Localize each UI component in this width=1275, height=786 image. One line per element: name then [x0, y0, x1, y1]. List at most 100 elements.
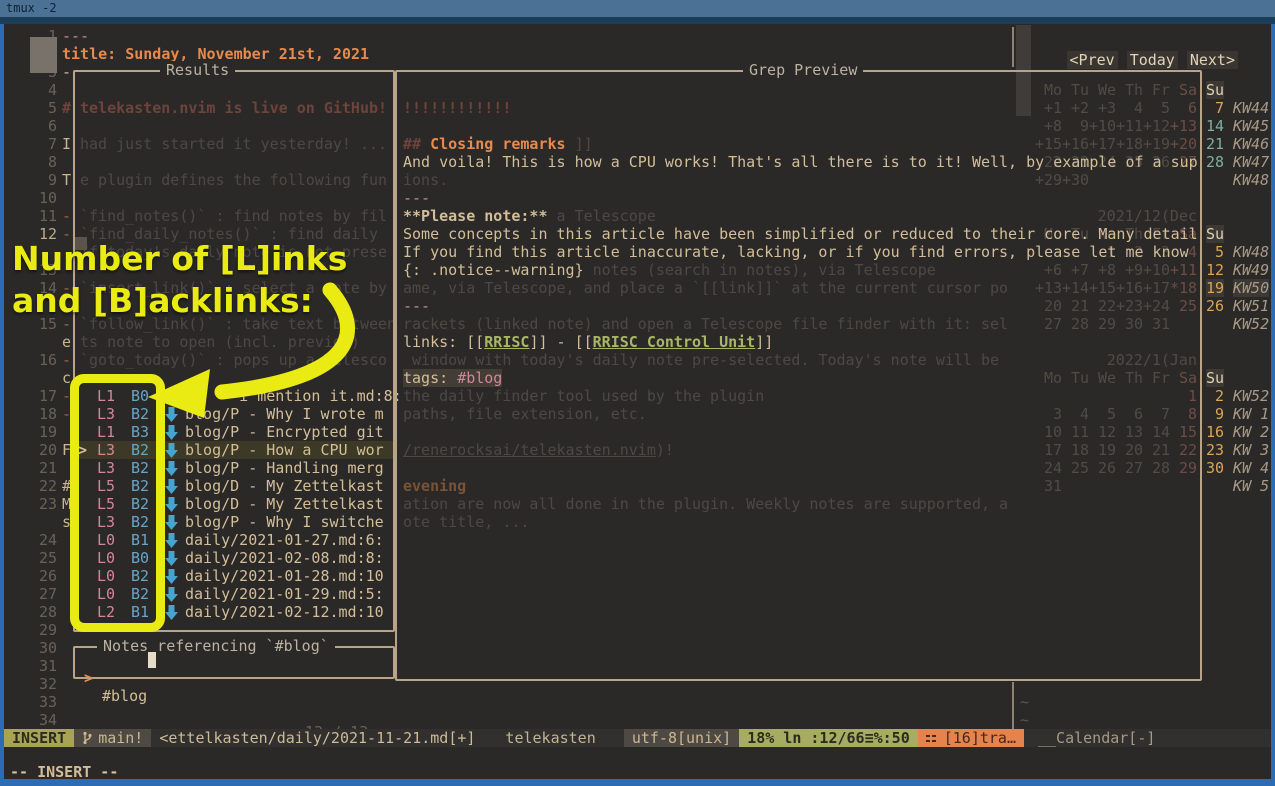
calendar-week-number-text: KW 4: [1233, 459, 1269, 477]
preview-text: ions.: [403, 171, 448, 189]
prompt-caret: >: [84, 669, 93, 687]
preview-text: tags:: [403, 369, 457, 387]
calendar-sunday-day[interactable]: 5: [1215, 243, 1224, 261]
result-filename[interactable]: blog/P - Encrypted git: [185, 423, 384, 441]
result-filename[interactable]: blog/P - Handling merg: [185, 459, 384, 477]
calendar-week-number-text: KW 1: [1233, 405, 1269, 423]
line-number: 16: [30, 351, 57, 369]
buffer-text: -: [62, 63, 71, 81]
down-arrow-icon: [165, 497, 178, 516]
down-arrow-icon: [165, 587, 178, 606]
calendar-sunday-day[interactable]: 19: [1206, 279, 1224, 297]
calendar-sunday-day[interactable]: 16: [1206, 423, 1224, 441]
prompt-input[interactable]: #blog: [102, 687, 147, 705]
result-filename[interactable]: daily/2021-02-12.md:10: [185, 603, 384, 621]
preview-line: the daily finder tool used by the plugin: [403, 387, 764, 405]
window-separator-top: [1012, 27, 1014, 67]
calendar-week-number: KW 1: [1233, 405, 1271, 423]
result-filename[interactable]: daily/2021-02-08.md:8:: [185, 549, 384, 567]
result-filename[interactable]: blog/D - My Zettelkast: [185, 477, 384, 495]
line-number: 10: [30, 189, 57, 207]
calendar-sunday-day[interactable]: 26: [1206, 297, 1224, 315]
calendar-sunday-day[interactable]: 2: [1215, 387, 1224, 405]
results-title: Results: [160, 61, 235, 79]
calendar-week-number: KW 2: [1233, 423, 1271, 441]
prompt-window[interactable]: Notes referencing `#blog` > #blog 13 / 1…: [73, 646, 395, 679]
calendar-week-number: KW50: [1233, 279, 1271, 297]
line-number: 6: [30, 117, 57, 135]
buffer-text: ---: [62, 27, 89, 45]
preview-text: ##: [403, 135, 430, 153]
line-number: 8: [30, 153, 57, 171]
preview-line: rackets (linked note) and open a Telesco…: [403, 315, 1008, 333]
preview-text: ---: [403, 189, 430, 207]
calendar-sunday-day[interactable]: 28: [1206, 153, 1224, 171]
screen: tmux -2 1---2title: Sunday, November 21s…: [0, 0, 1275, 786]
window-separator-bottom: [1012, 682, 1014, 729]
preview-text: paths, file extension, etc.: [403, 405, 647, 423]
line-number: 27: [30, 585, 57, 603]
git-branch-label: main!: [98, 729, 143, 747]
git-branch-segment: main!: [74, 729, 151, 747]
result-filename[interactable]: daily/2021-01-29.md:5:: [185, 585, 384, 603]
line-number: 11: [30, 207, 57, 225]
mode-indicator: INSERT: [4, 729, 74, 747]
preview-text: links: [[: [403, 333, 484, 351]
filename: <ettelkasten/daily/2021-11-21.md[+]: [151, 729, 483, 747]
calendar-sunday-day[interactable]: 12: [1206, 261, 1224, 279]
calendar-sunday-day[interactable]: 21: [1206, 135, 1224, 153]
result-filename[interactable]: blog/P - How a CPU wor: [185, 441, 384, 459]
line-number: 24: [30, 531, 57, 549]
calendar-week-number-text: KW52: [1233, 387, 1269, 405]
preview-text: rackets (linked note) and open a Telesco…: [403, 315, 1008, 333]
calendar-week-number-text: KW49: [1233, 261, 1269, 279]
calendar-nav-today-button[interactable]: Today: [1127, 51, 1178, 69]
calendar-week-number: KW 4: [1233, 459, 1271, 477]
buffer-text: T: [62, 171, 71, 189]
line-number: 34: [30, 711, 57, 729]
preview-line: ame, via Telescope, and place a `[[link]…: [403, 279, 1008, 297]
preview-text: If you find this article inaccurate, lac…: [403, 243, 1189, 261]
calendar-sunday-label-text: Su: [1206, 81, 1224, 99]
line-number: 22: [30, 477, 57, 495]
annotation-arrow: [130, 278, 360, 423]
calendar-nav-prev-button[interactable]: <Prev: [1067, 51, 1118, 69]
preview-line: evening: [403, 477, 466, 495]
git-branch-icon: [82, 731, 93, 745]
preview-text: !!!!!!!!!!!!: [403, 99, 511, 117]
calendar-week-number: KW49: [1233, 261, 1271, 279]
calendar-nav-next-button[interactable]: Next>: [1187, 51, 1238, 69]
calendar-week-number: KW 3: [1233, 441, 1271, 459]
window-title: tmux -2: [6, 1, 57, 15]
calendar-week-number-text: KW 5: [1233, 477, 1269, 495]
text-cursor: [148, 652, 156, 668]
preview-line: /renerocksai/telekasten.nvim)!: [403, 441, 674, 459]
preview-text: the daily finder tool used by the plugin: [403, 387, 764, 405]
preview-line: **Please note:** a Telescope: [403, 207, 656, 225]
preview-line: ## Closing remarks ]]: [403, 135, 593, 153]
calendar-sunday-day[interactable]: 9: [1215, 405, 1224, 423]
preview-text: ote title, ...: [403, 513, 529, 531]
line-number: 23: [30, 495, 57, 513]
line-number: 30: [30, 639, 57, 657]
preview-line: window with today's daily note pre-selec…: [403, 351, 999, 369]
trailing-whitespace-label: [16]tra…: [944, 729, 1016, 747]
result-filename[interactable]: daily/2021-01-28.md:10: [185, 567, 384, 585]
down-arrow-icon: [165, 479, 178, 494]
calendar-sunday-day[interactable]: 23: [1206, 441, 1224, 459]
calendar-week-number-text: KW45: [1233, 117, 1269, 135]
line-number: 5: [30, 99, 57, 117]
calendar-week-number-text: KW51: [1233, 297, 1269, 315]
calendar-sunday-day[interactable]: 7: [1215, 99, 1224, 117]
preview-text: evening: [403, 477, 466, 495]
result-filename[interactable]: daily/2021-01-27.md:6:: [185, 531, 384, 549]
down-arrow-icon: [165, 551, 178, 570]
window-titlebar[interactable]: tmux -2: [0, 0, 1275, 17]
calendar-sunday-day[interactable]: 30: [1206, 459, 1224, 477]
result-filename[interactable]: blog/P - Why I switche: [185, 513, 384, 531]
buffer-text: e: [62, 333, 71, 351]
calendar-sunday-day[interactable]: 14: [1206, 117, 1224, 135]
result-filename[interactable]: blog/D - My Zettelkast: [185, 495, 384, 513]
line-number: 21: [30, 459, 57, 477]
line-number: 17: [30, 387, 57, 405]
